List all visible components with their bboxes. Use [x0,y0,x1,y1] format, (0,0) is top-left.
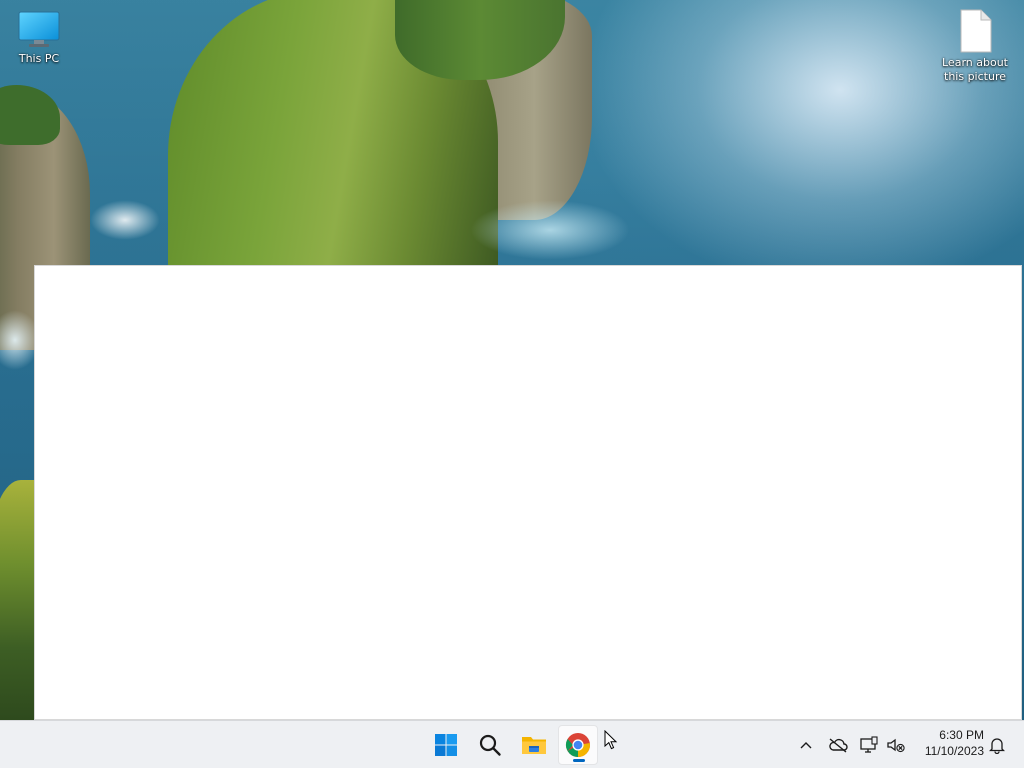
wallpaper-grass-left [0,85,60,145]
desktop-icon-label: This PC [18,52,60,65]
desktop: This PC Learn about this picture 6:30 PM… [0,0,1024,768]
onedrive-tray-button[interactable] [825,731,851,759]
start-button[interactable] [426,725,466,765]
desktop-icon-label: Learn about this picture [942,56,1008,83]
onedrive-offline-icon [829,738,848,753]
show-hidden-icons-button[interactable] [793,731,819,759]
blank-app-window[interactable] [34,265,1022,720]
wallpaper-foam [90,200,160,240]
network-icon [860,736,878,753]
chevron-up-icon [800,742,812,749]
chrome-taskbar-button[interactable] [558,725,598,765]
wallpaper-foam [470,200,630,260]
monitor-icon [18,11,60,47]
mouse-cursor-icon [604,730,618,750]
chrome-icon [565,733,590,757]
network-tray-button[interactable] [856,731,882,759]
taskbar: 6:30 PM 11/10/2023 [0,720,1024,768]
notifications-button[interactable] [984,731,1010,759]
volume-tray-button[interactable] [883,731,909,759]
windows-logo-icon [435,734,457,756]
notification-bell-icon [989,738,1005,754]
clock-button[interactable]: 6:30 PM 11/10/2023 [912,727,988,763]
running-indicator [573,759,585,762]
volume-muted-icon [887,738,905,753]
clock-date: 11/10/2023 [924,744,984,758]
search-icon [479,734,501,756]
wallpaper-grass-bottom [0,480,34,720]
desktop-icon-learn-about-picture[interactable]: Learn about this picture [938,8,1012,84]
desktop-icon-this-pc[interactable]: This PC [2,10,76,66]
folder-icon [522,737,546,754]
clock-time: 6:30 PM [939,728,984,742]
search-button[interactable] [470,725,510,765]
document-icon [960,9,992,53]
file-explorer-button[interactable] [514,725,554,765]
